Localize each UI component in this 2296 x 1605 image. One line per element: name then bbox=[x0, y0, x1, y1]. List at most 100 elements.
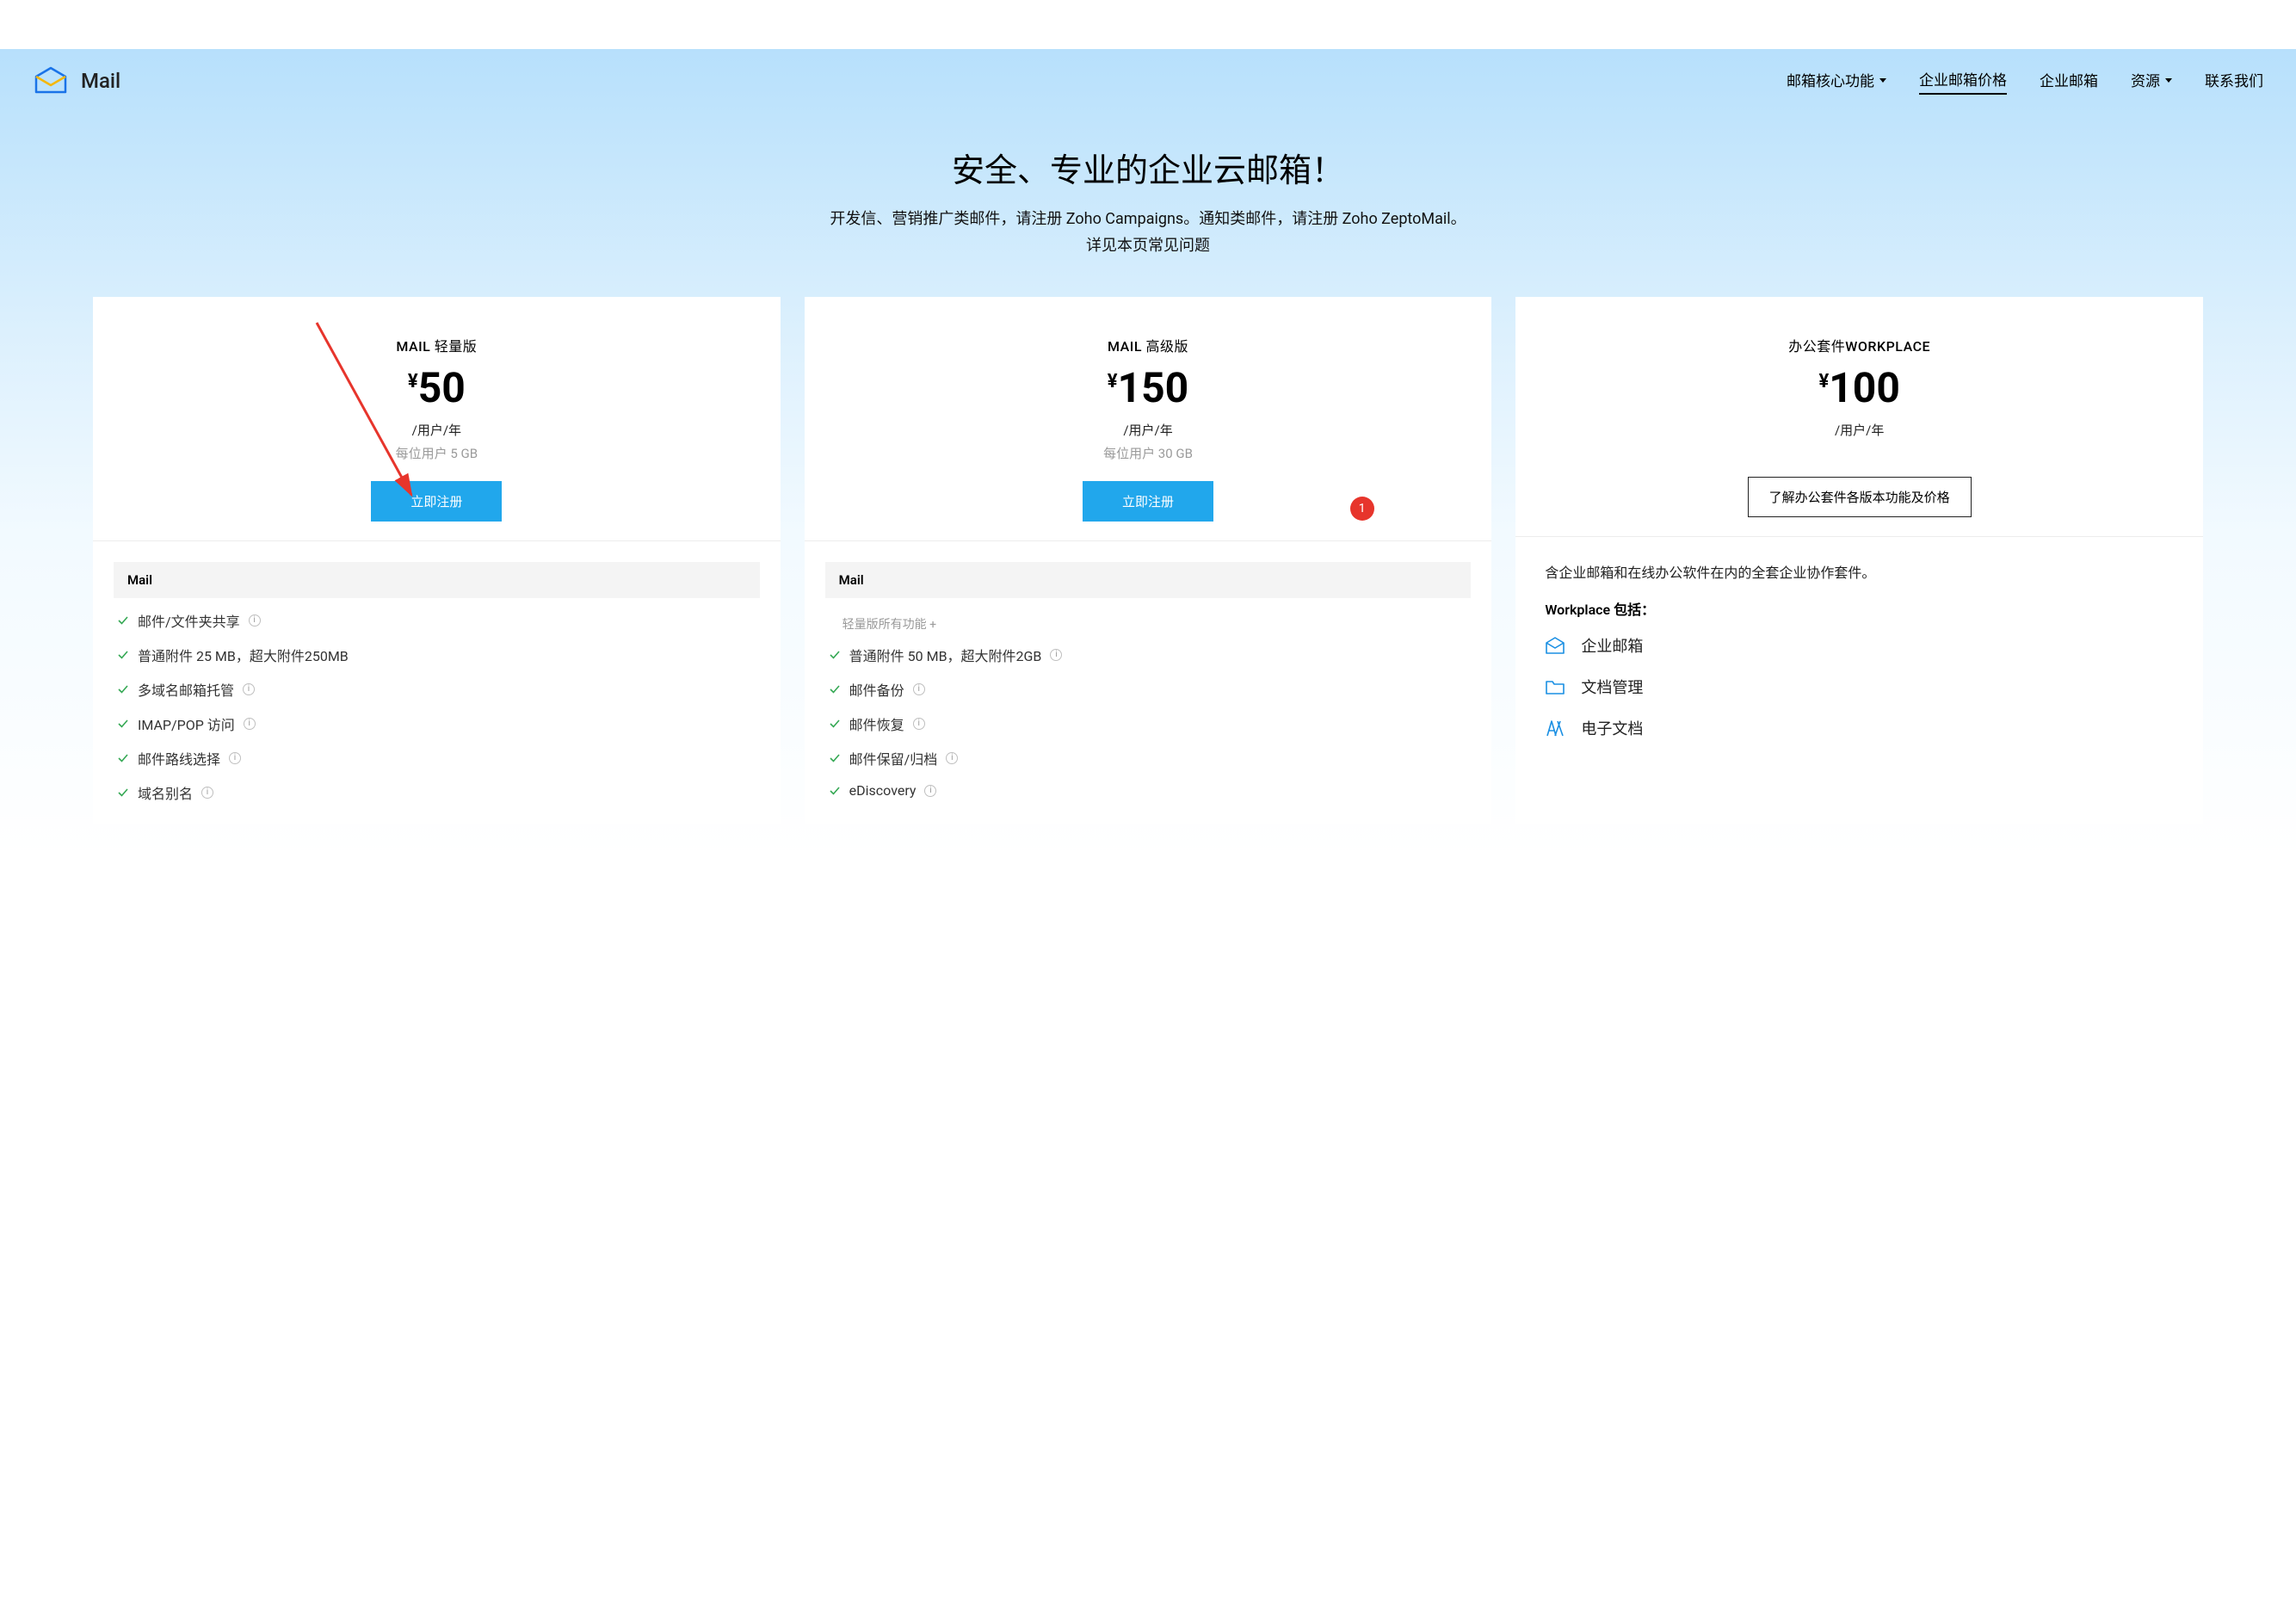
check-icon bbox=[829, 683, 841, 695]
workplace-includes-label: Workplace 包括： bbox=[1545, 598, 2174, 619]
workplace-item-text: 文档管理 bbox=[1581, 676, 1643, 698]
check-icon bbox=[117, 718, 129, 730]
nav-pricing[interactable]: 企业邮箱价格 bbox=[1919, 68, 2007, 95]
info-icon[interactable]: i bbox=[946, 752, 958, 764]
annotation-badge: 1 bbox=[1350, 497, 1374, 521]
plan-card-premium: 1 MAIL 高级版 ¥ 150 /用户/年 每位用户 30 GB 立即注册 M… bbox=[805, 297, 1492, 824]
feature-text: 邮件恢复 bbox=[849, 713, 904, 734]
nav-label: 资源 bbox=[2131, 69, 2160, 90]
nav-label: 企业邮箱价格 bbox=[1919, 68, 2007, 90]
nav-label: 企业邮箱 bbox=[2040, 69, 2098, 90]
info-icon[interactable]: i bbox=[913, 718, 925, 730]
plan-price: ¥ 150 bbox=[1108, 367, 1188, 409]
feature-item: 邮件备份 i bbox=[829, 679, 1468, 700]
top-blank-bar bbox=[0, 0, 2296, 49]
chevron-down-icon bbox=[1879, 78, 1886, 83]
check-icon bbox=[117, 649, 129, 661]
nav-label: 联系我们 bbox=[2205, 69, 2263, 90]
feature-text: 邮件备份 bbox=[849, 679, 904, 700]
feature-text: eDiscovery bbox=[849, 782, 917, 799]
check-icon bbox=[117, 614, 129, 627]
nav-enterprise-mail[interactable]: 企业邮箱 bbox=[2040, 69, 2098, 94]
feature-text: IMAP/POP 访问 bbox=[138, 713, 235, 734]
check-icon bbox=[829, 649, 841, 661]
feature-text: 多域名邮箱托管 bbox=[138, 679, 234, 700]
currency: ¥ bbox=[408, 373, 418, 392]
info-icon[interactable]: i bbox=[1050, 649, 1062, 661]
feature-item: 邮件路线选择 i bbox=[117, 748, 756, 769]
check-icon bbox=[829, 785, 841, 797]
signup-button[interactable]: 立即注册 bbox=[371, 481, 502, 522]
amount: 100 bbox=[1829, 367, 1900, 409]
folder-icon bbox=[1545, 677, 1565, 696]
pricing-cards: MAIL 轻量版 ¥ 50 /用户/年 每位用户 5 GB 立即注册 Mail … bbox=[0, 297, 2296, 824]
check-icon bbox=[117, 752, 129, 764]
chevron-down-icon bbox=[2165, 78, 2172, 83]
currency: ¥ bbox=[1108, 373, 1118, 392]
nav-links: 邮箱核心功能 企业邮箱价格 企业邮箱 资源 联系我们 bbox=[1787, 68, 2263, 95]
nav-label: 邮箱核心功能 bbox=[1787, 69, 1874, 90]
storage: 每位用户 30 GB bbox=[824, 444, 1473, 462]
plan-card-lite: MAIL 轻量版 ¥ 50 /用户/年 每位用户 5 GB 立即注册 Mail … bbox=[93, 297, 781, 824]
feature-item: 普通附件 25 MB，超大附件250MB bbox=[117, 645, 756, 665]
feature-item: eDiscovery i bbox=[829, 782, 1468, 799]
plan-card-workplace: 办公套件WORKPLACE ¥ 100 /用户/年 了解办公套件各版本功能及价格… bbox=[1515, 297, 2203, 824]
amount: 50 bbox=[418, 367, 466, 409]
info-icon[interactable]: i bbox=[243, 683, 255, 695]
feature-item: 邮件恢复 i bbox=[829, 713, 1468, 734]
mail-logo-icon bbox=[33, 66, 69, 96]
feature-text: 邮件/文件夹共享 bbox=[138, 610, 240, 631]
document-icon bbox=[1545, 719, 1565, 738]
info-icon[interactable]: i bbox=[229, 752, 241, 764]
feature-text: 邮件保留/归档 bbox=[849, 748, 938, 769]
workplace-item-docs[interactable]: 文档管理 bbox=[1545, 676, 2174, 698]
check-icon bbox=[829, 718, 841, 730]
mail-icon bbox=[1545, 636, 1565, 655]
nav-core-features[interactable]: 邮箱核心功能 bbox=[1787, 69, 1886, 94]
currency: ¥ bbox=[1818, 373, 1829, 392]
feature-item: 邮件/文件夹共享 i bbox=[117, 610, 756, 631]
page-title: 安全、专业的企业云邮箱！ bbox=[0, 144, 2296, 191]
learn-more-button[interactable]: 了解办公套件各版本功能及价格 bbox=[1748, 477, 1972, 517]
signup-button[interactable]: 立即注册 bbox=[1083, 481, 1213, 522]
storage: 每位用户 5 GB bbox=[112, 444, 762, 462]
plan-price: ¥ 50 bbox=[408, 367, 466, 409]
feature-list: 普通附件 50 MB，超大附件2GB i 邮件备份 i 邮件恢复 i bbox=[825, 645, 1472, 799]
feature-text: 域名别名 bbox=[138, 782, 193, 803]
plan-price: ¥ 100 bbox=[1818, 367, 1899, 409]
info-icon[interactable]: i bbox=[913, 683, 925, 695]
feature-item: 普通附件 50 MB，超大附件2GB i bbox=[829, 645, 1468, 665]
nav-resources[interactable]: 资源 bbox=[2131, 69, 2172, 94]
subtitle-line-1: 开发信、营销推广类邮件，请注册 Zoho Campaigns。通知类邮件，请注册… bbox=[0, 207, 2296, 233]
feature-item: IMAP/POP 访问 i bbox=[117, 713, 756, 734]
workplace-item-edocs[interactable]: 电子文档 bbox=[1545, 717, 2174, 739]
info-icon[interactable]: i bbox=[924, 785, 936, 797]
check-icon bbox=[117, 683, 129, 695]
info-icon[interactable]: i bbox=[201, 787, 213, 799]
feature-item: 域名别名 i bbox=[117, 782, 756, 803]
price-per: /用户/年 bbox=[112, 421, 762, 439]
feature-text: 普通附件 25 MB，超大附件250MB bbox=[138, 645, 349, 665]
feature-list: 邮件/文件夹共享 i 普通附件 25 MB，超大附件250MB 多域名邮箱托管 … bbox=[114, 610, 760, 803]
info-icon[interactable]: i bbox=[249, 614, 261, 627]
workplace-item-mail[interactable]: 企业邮箱 bbox=[1545, 634, 2174, 657]
nav-bar: Mail 邮箱核心功能 企业邮箱价格 企业邮箱 资源 联系我们 bbox=[0, 49, 2296, 104]
plan-name: MAIL 轻量版 bbox=[112, 335, 762, 355]
hero-section: Mail 邮箱核心功能 企业邮箱价格 企业邮箱 资源 联系我们 安全、专业的企业… bbox=[0, 49, 2296, 858]
feature-note: 轻量版所有功能 + bbox=[825, 610, 1472, 645]
feature-item: 多域名邮箱托管 i bbox=[117, 679, 756, 700]
workplace-desc: 含企业邮箱和在线办公软件在内的全套企业协作套件。 bbox=[1545, 561, 2174, 584]
plan-name: MAIL 高级版 bbox=[824, 335, 1473, 355]
check-icon bbox=[117, 787, 129, 799]
price-per: /用户/年 bbox=[824, 421, 1473, 439]
plan-name: 办公套件WORKPLACE bbox=[1534, 335, 2184, 355]
info-icon[interactable]: i bbox=[244, 718, 256, 730]
workplace-item-text: 电子文档 bbox=[1581, 717, 1643, 739]
subtitle-line-2: 详见本页常见问题 bbox=[0, 233, 2296, 260]
feature-text: 普通附件 50 MB，超大附件2GB bbox=[849, 645, 1042, 665]
feature-item: 邮件保留/归档 i bbox=[829, 748, 1468, 769]
brand-name: Mail bbox=[81, 69, 120, 93]
nav-contact[interactable]: 联系我们 bbox=[2205, 69, 2263, 94]
feature-section-title: Mail bbox=[825, 562, 1472, 598]
amount: 150 bbox=[1118, 367, 1189, 409]
